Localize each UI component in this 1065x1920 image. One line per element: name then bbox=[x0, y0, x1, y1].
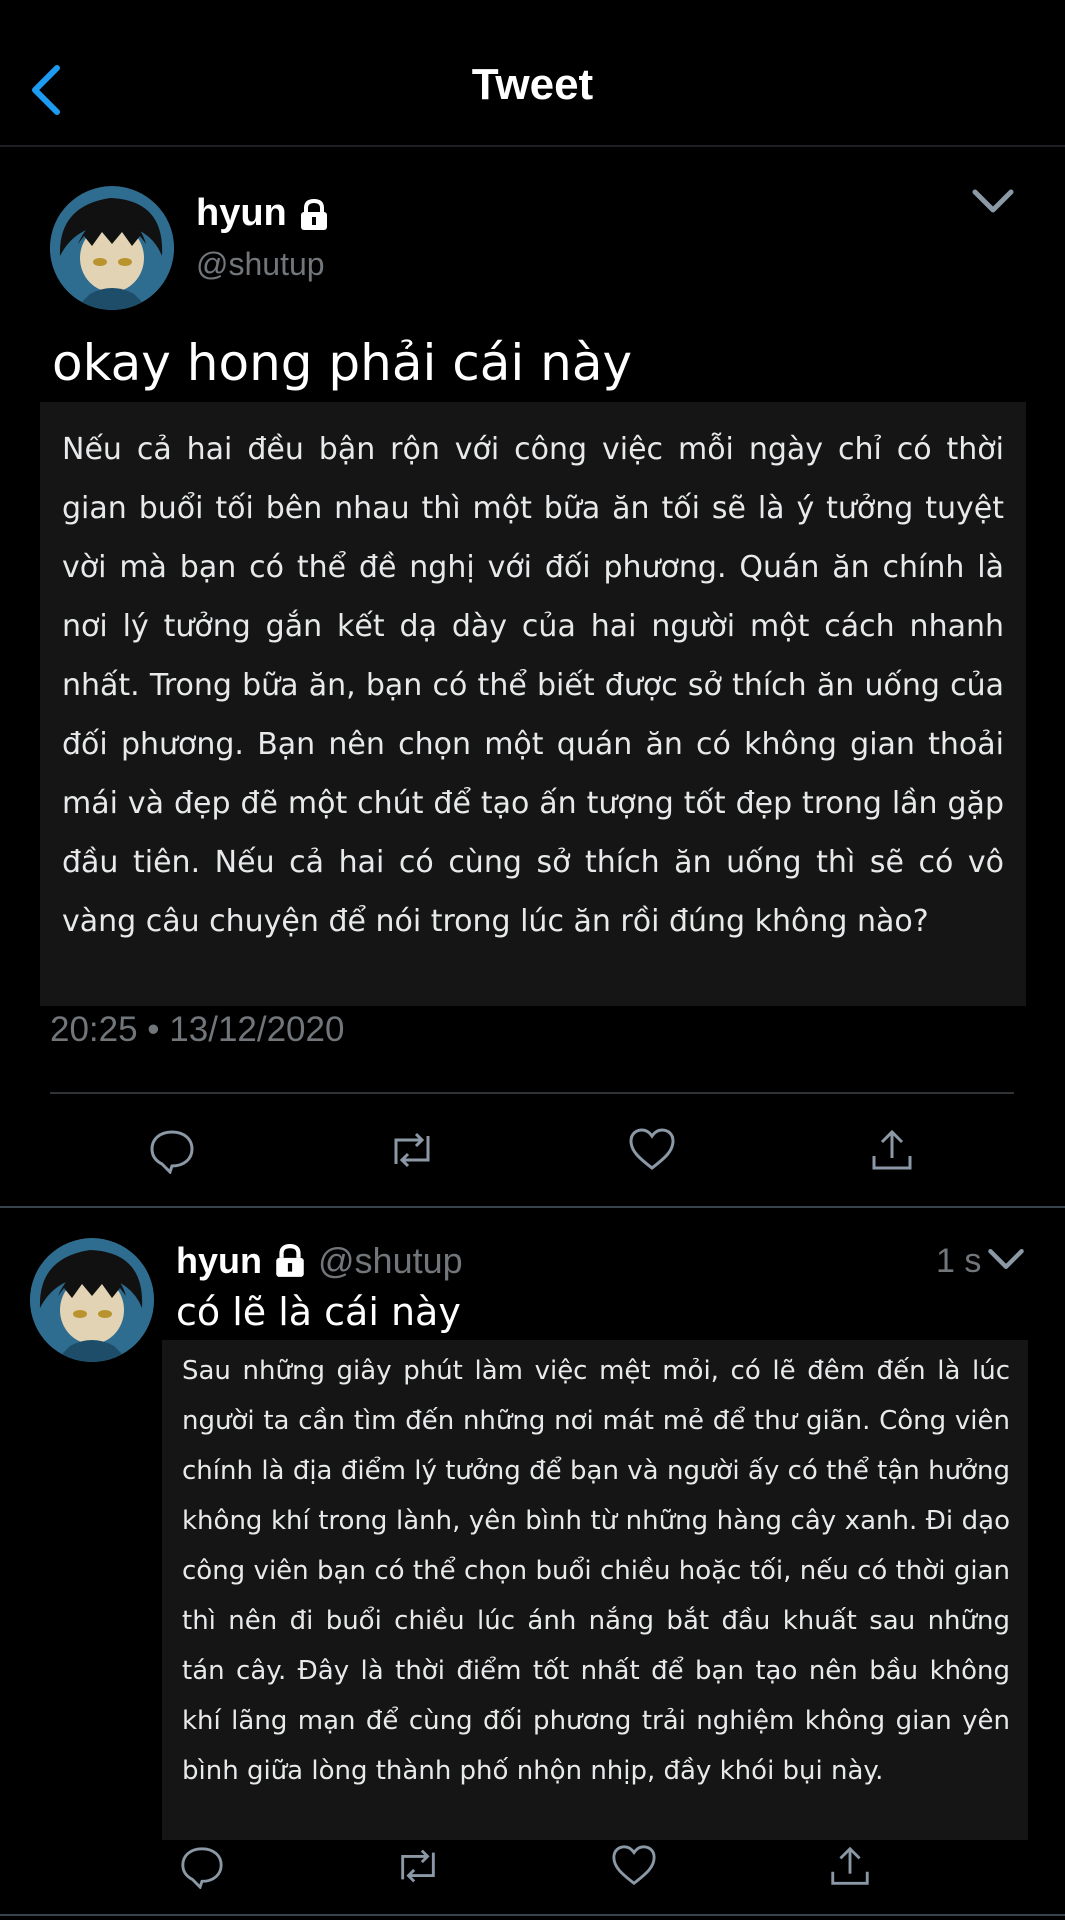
reply-more-options-button[interactable] bbox=[986, 1246, 1030, 1280]
share-icon bbox=[831, 1846, 869, 1885]
lock-icon bbox=[276, 1244, 304, 1277]
tweet-attached-text: Nếu cả hai đều bận rộn với công việc mỗi… bbox=[40, 402, 1026, 1006]
divider bbox=[50, 1092, 1014, 1094]
chevron-down-icon bbox=[972, 189, 1014, 213]
author-name[interactable]: hyun bbox=[196, 192, 331, 235]
reply-avatar[interactable] bbox=[30, 1238, 154, 1362]
tweet-timestamp[interactable]: 20:25 • 13/12/2020 bbox=[50, 1010, 344, 1050]
like-icon bbox=[629, 1128, 675, 1170]
bottom-divider bbox=[0, 1914, 1065, 1916]
reply-share-button[interactable] bbox=[820, 1836, 880, 1896]
reply-author-name[interactable]: hyun bbox=[176, 1240, 262, 1282]
share-icon bbox=[872, 1129, 912, 1170]
like-icon bbox=[612, 1845, 656, 1886]
reply-retweet-button[interactable] bbox=[388, 1836, 448, 1896]
reply-icon bbox=[150, 1130, 194, 1174]
retweet-button[interactable] bbox=[382, 1120, 442, 1180]
share-button[interactable] bbox=[862, 1120, 922, 1180]
retweet-icon bbox=[394, 1132, 430, 1168]
reply-author-handle[interactable]: @shutup bbox=[318, 1240, 463, 1282]
avatar-image bbox=[50, 186, 174, 310]
avatar-image bbox=[30, 1238, 154, 1362]
avatar[interactable] bbox=[50, 186, 174, 310]
reply-button[interactable] bbox=[142, 1120, 202, 1180]
reply-attached-text: Sau những giây phút làm việc mệt mỏi, có… bbox=[162, 1340, 1028, 1840]
lock-icon bbox=[301, 198, 328, 230]
chevron-down-icon bbox=[988, 1249, 1024, 1269]
author-handle[interactable]: @shutup bbox=[196, 246, 325, 283]
reply-like-button[interactable] bbox=[604, 1836, 664, 1896]
more-options-button[interactable] bbox=[970, 186, 1020, 226]
reply-header: hyun @shutup bbox=[176, 1240, 463, 1282]
reply-text: có lẽ là cái này bbox=[176, 1290, 461, 1334]
reply-reply-button[interactable] bbox=[172, 1836, 232, 1896]
reply-icon bbox=[181, 1847, 223, 1889]
section-divider bbox=[0, 1206, 1065, 1208]
retweet-icon bbox=[401, 1849, 435, 1883]
page-title: Tweet bbox=[471, 60, 594, 109]
tweet-text: okay hong phải cái này bbox=[52, 334, 633, 392]
like-button[interactable] bbox=[622, 1120, 682, 1180]
reply-time: 1 s bbox=[936, 1242, 982, 1280]
